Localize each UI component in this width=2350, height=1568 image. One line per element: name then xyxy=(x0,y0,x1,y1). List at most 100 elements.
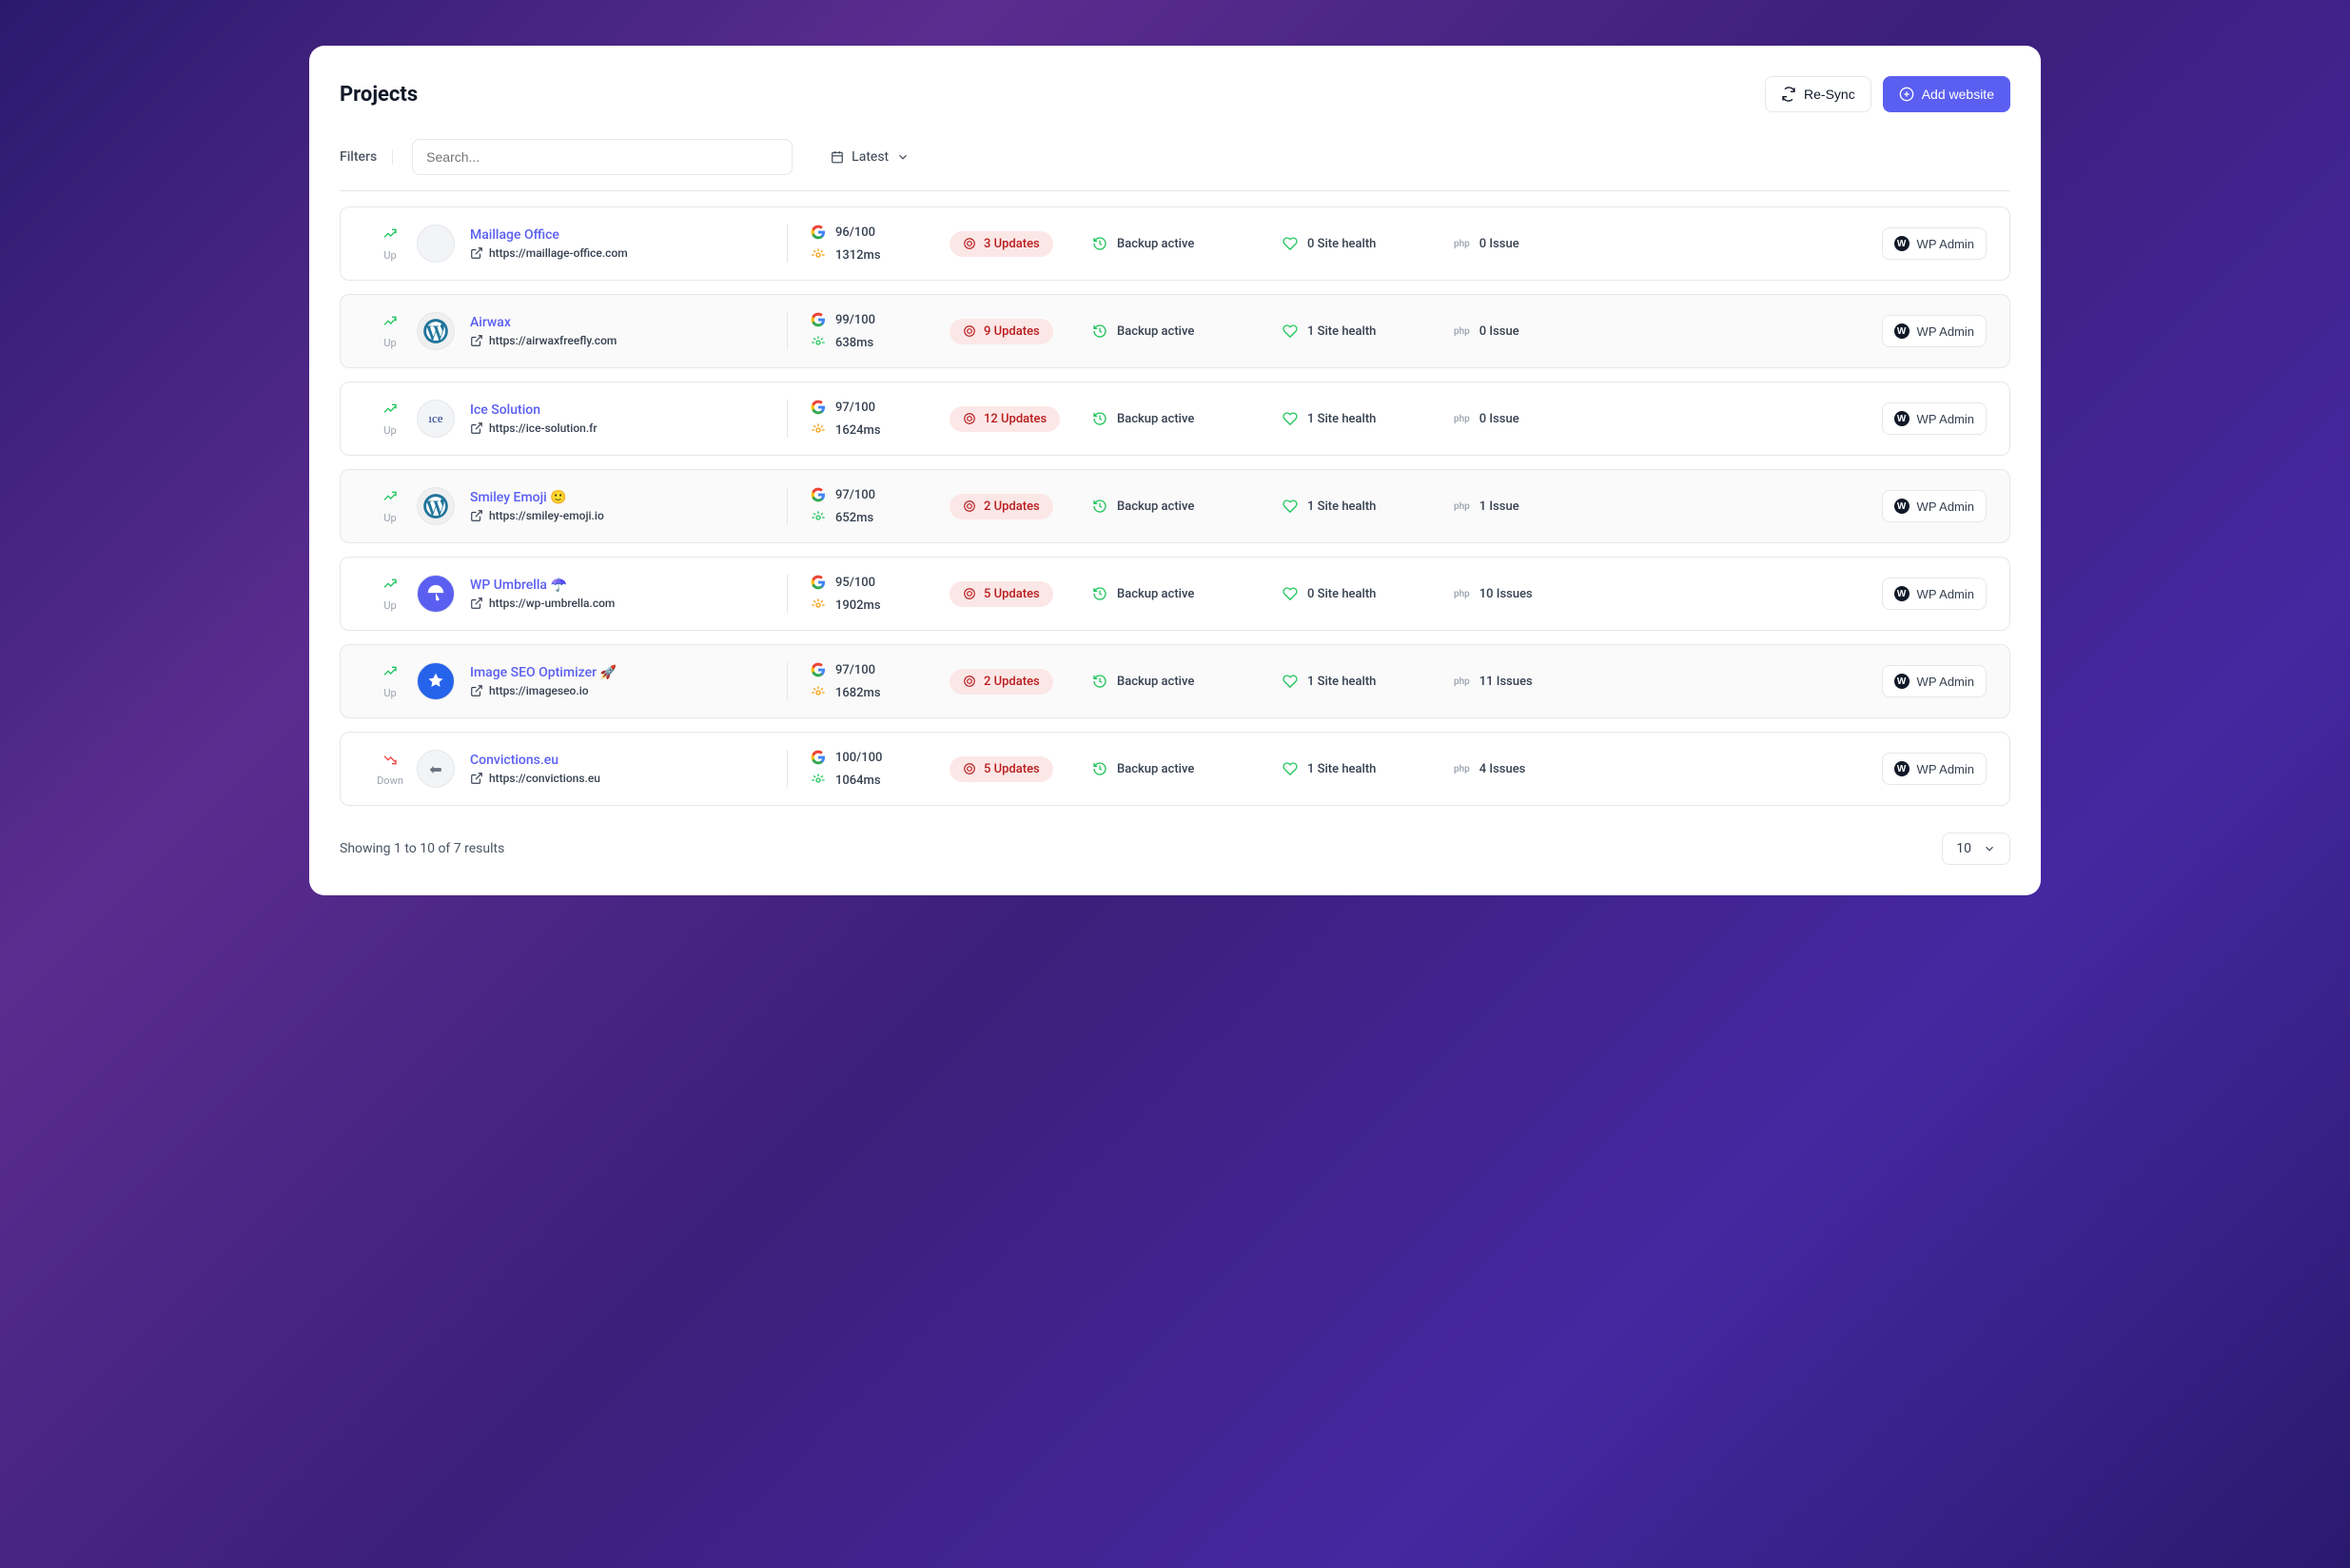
site-url-link[interactable]: https://wp-umbrella.com xyxy=(470,597,615,610)
project-row[interactable]: UpıceIce Solutionhttps://ice-solution.fr… xyxy=(340,382,2010,456)
resync-button[interactable]: Re-Sync xyxy=(1765,76,1871,112)
backup-cell: Backup active xyxy=(1092,761,1283,776)
sort-select[interactable]: Latest xyxy=(827,144,913,170)
health-cell: 1 Site health xyxy=(1283,674,1454,689)
site-name-link[interactable]: Ice Solution xyxy=(470,402,597,418)
updates-cell: 5 Updates xyxy=(950,756,1092,782)
projects-card: Projects Re-Sync Add website Filters Lat… xyxy=(309,46,2041,895)
site-name-link[interactable]: Airwax xyxy=(470,315,617,330)
health-cell: 0 Site health xyxy=(1283,586,1454,601)
target-icon xyxy=(963,237,976,250)
backup-status: Backup active xyxy=(1117,762,1194,776)
wordpress-icon: W xyxy=(1894,674,1909,689)
issues-cell: php0 Issue xyxy=(1454,237,1606,251)
site-url-link[interactable]: https://smiley-emoji.io xyxy=(470,509,604,522)
wp-admin-button[interactable]: WWP Admin xyxy=(1882,227,1987,260)
project-list: UpMaillage Officehttps://maillage-office… xyxy=(340,206,2010,806)
search-input[interactable] xyxy=(412,139,793,175)
site-name-link[interactable]: Smiley Emoji 🙂 xyxy=(470,490,604,505)
php-icon: php xyxy=(1454,501,1470,512)
site-url-link[interactable]: https://airwaxfreefly.com xyxy=(470,334,617,347)
performance-cell: 99/100638ms xyxy=(788,312,950,350)
site-name-link[interactable]: Convictions.eu xyxy=(470,753,600,768)
target-icon xyxy=(963,762,976,775)
trend-up-icon xyxy=(382,314,398,329)
heart-icon xyxy=(1283,499,1298,514)
site-name-link[interactable]: WP Umbrella ☂️ xyxy=(470,578,615,593)
site-health: 1 Site health xyxy=(1307,324,1376,339)
updates-cell: 2 Updates xyxy=(950,669,1092,695)
admin-cell: WWP Admin xyxy=(1882,665,1987,697)
updates-badge[interactable]: 9 Updates xyxy=(950,319,1053,344)
filters-button[interactable]: Filters xyxy=(340,149,393,165)
project-row[interactable]: Down⬅Convictions.euhttps://convictions.e… xyxy=(340,732,2010,806)
issues-count: 11 Issues xyxy=(1479,675,1533,689)
updates-badge[interactable]: 5 Updates xyxy=(950,581,1053,607)
chevron-down-icon xyxy=(896,150,910,164)
issues-count: 1 Issue xyxy=(1479,500,1519,514)
status-text: Down xyxy=(363,774,417,787)
footer: Showing 1 to 10 of 7 results 10 xyxy=(340,833,2010,865)
wp-admin-button[interactable]: WWP Admin xyxy=(1882,315,1987,347)
backup-status: Backup active xyxy=(1117,675,1194,689)
updates-badge[interactable]: 3 Updates xyxy=(950,231,1053,257)
updates-badge[interactable]: 12 Updates xyxy=(950,406,1060,432)
load-time: 638ms xyxy=(835,336,873,350)
target-icon xyxy=(963,587,976,600)
wp-admin-button[interactable]: WWP Admin xyxy=(1882,490,1987,522)
issues-cell: php11 Issues xyxy=(1454,675,1606,689)
project-row[interactable]: UpAirwaxhttps://airwaxfreefly.com99/1006… xyxy=(340,294,2010,368)
admin-cell: WWP Admin xyxy=(1882,490,1987,522)
heart-icon xyxy=(1283,323,1298,339)
project-row[interactable]: UpImage SEO Optimizer 🚀https://imageseo.… xyxy=(340,644,2010,718)
history-icon xyxy=(1092,586,1107,601)
heart-icon xyxy=(1283,236,1298,251)
project-row[interactable]: UpSmiley Emoji 🙂https://smiley-emoji.io9… xyxy=(340,469,2010,543)
site-url-link[interactable]: https://maillage-office.com xyxy=(470,246,628,260)
trend-up-icon xyxy=(382,489,398,504)
site-health: 0 Site health xyxy=(1307,587,1376,601)
history-icon xyxy=(1092,236,1107,251)
project-row[interactable]: UpMaillage Officehttps://maillage-office… xyxy=(340,206,2010,281)
site-cell: Image SEO Optimizer 🚀 https://imageseo.io xyxy=(417,662,788,700)
target-icon xyxy=(963,675,976,688)
health-cell: 1 Site health xyxy=(1283,411,1454,426)
performance-cell: 100/1001064ms xyxy=(788,750,950,788)
site-name-link[interactable]: Image SEO Optimizer 🚀 xyxy=(470,665,617,680)
issues-cell: php10 Issues xyxy=(1454,587,1606,601)
site-health: 1 Site health xyxy=(1307,412,1376,426)
plus-circle-icon xyxy=(1899,87,1914,102)
toolbar: Filters Latest xyxy=(340,139,2010,191)
wp-admin-button[interactable]: WWP Admin xyxy=(1882,665,1987,697)
health-cell: 0 Site health xyxy=(1283,236,1454,251)
wp-admin-button[interactable]: WWP Admin xyxy=(1882,578,1987,610)
wp-admin-button[interactable]: WWP Admin xyxy=(1882,402,1987,435)
page-size-select[interactable]: 10 xyxy=(1942,833,2010,865)
updates-badge[interactable]: 2 Updates xyxy=(950,494,1053,519)
admin-cell: WWP Admin xyxy=(1882,402,1987,435)
updates-cell: 2 Updates xyxy=(950,494,1092,519)
history-icon xyxy=(1092,674,1107,689)
pagespeed-score: 97/100 xyxy=(835,401,875,415)
php-icon: php xyxy=(1454,414,1470,424)
backup-status: Backup active xyxy=(1117,500,1194,514)
site-cell: Smiley Emoji 🙂 https://smiley-emoji.io xyxy=(417,487,788,525)
wp-admin-button[interactable]: WWP Admin xyxy=(1882,753,1987,785)
history-icon xyxy=(1092,411,1107,426)
external-link-icon xyxy=(470,421,483,435)
site-url-link[interactable]: https://ice-solution.fr xyxy=(470,421,597,435)
external-link-icon xyxy=(470,246,483,260)
updates-badge[interactable]: 2 Updates xyxy=(950,669,1053,695)
page-title: Projects xyxy=(340,83,418,107)
site-name-link[interactable]: Maillage Office xyxy=(470,227,628,243)
site-cell: WP Umbrella ☂️ https://wp-umbrella.com xyxy=(417,575,788,613)
health-cell: 1 Site health xyxy=(1283,761,1454,776)
project-row[interactable]: UpWP Umbrella ☂️https://wp-umbrella.com9… xyxy=(340,557,2010,631)
updates-badge[interactable]: 5 Updates xyxy=(950,756,1053,782)
add-website-button[interactable]: Add website xyxy=(1883,76,2010,112)
wordpress-icon: W xyxy=(1894,499,1909,514)
site-url-link[interactable]: https://convictions.eu xyxy=(470,772,600,785)
sort-label: Latest xyxy=(852,149,889,165)
updates-cell: 3 Updates xyxy=(950,231,1092,257)
site-url-link[interactable]: https://imageseo.io xyxy=(470,684,617,697)
